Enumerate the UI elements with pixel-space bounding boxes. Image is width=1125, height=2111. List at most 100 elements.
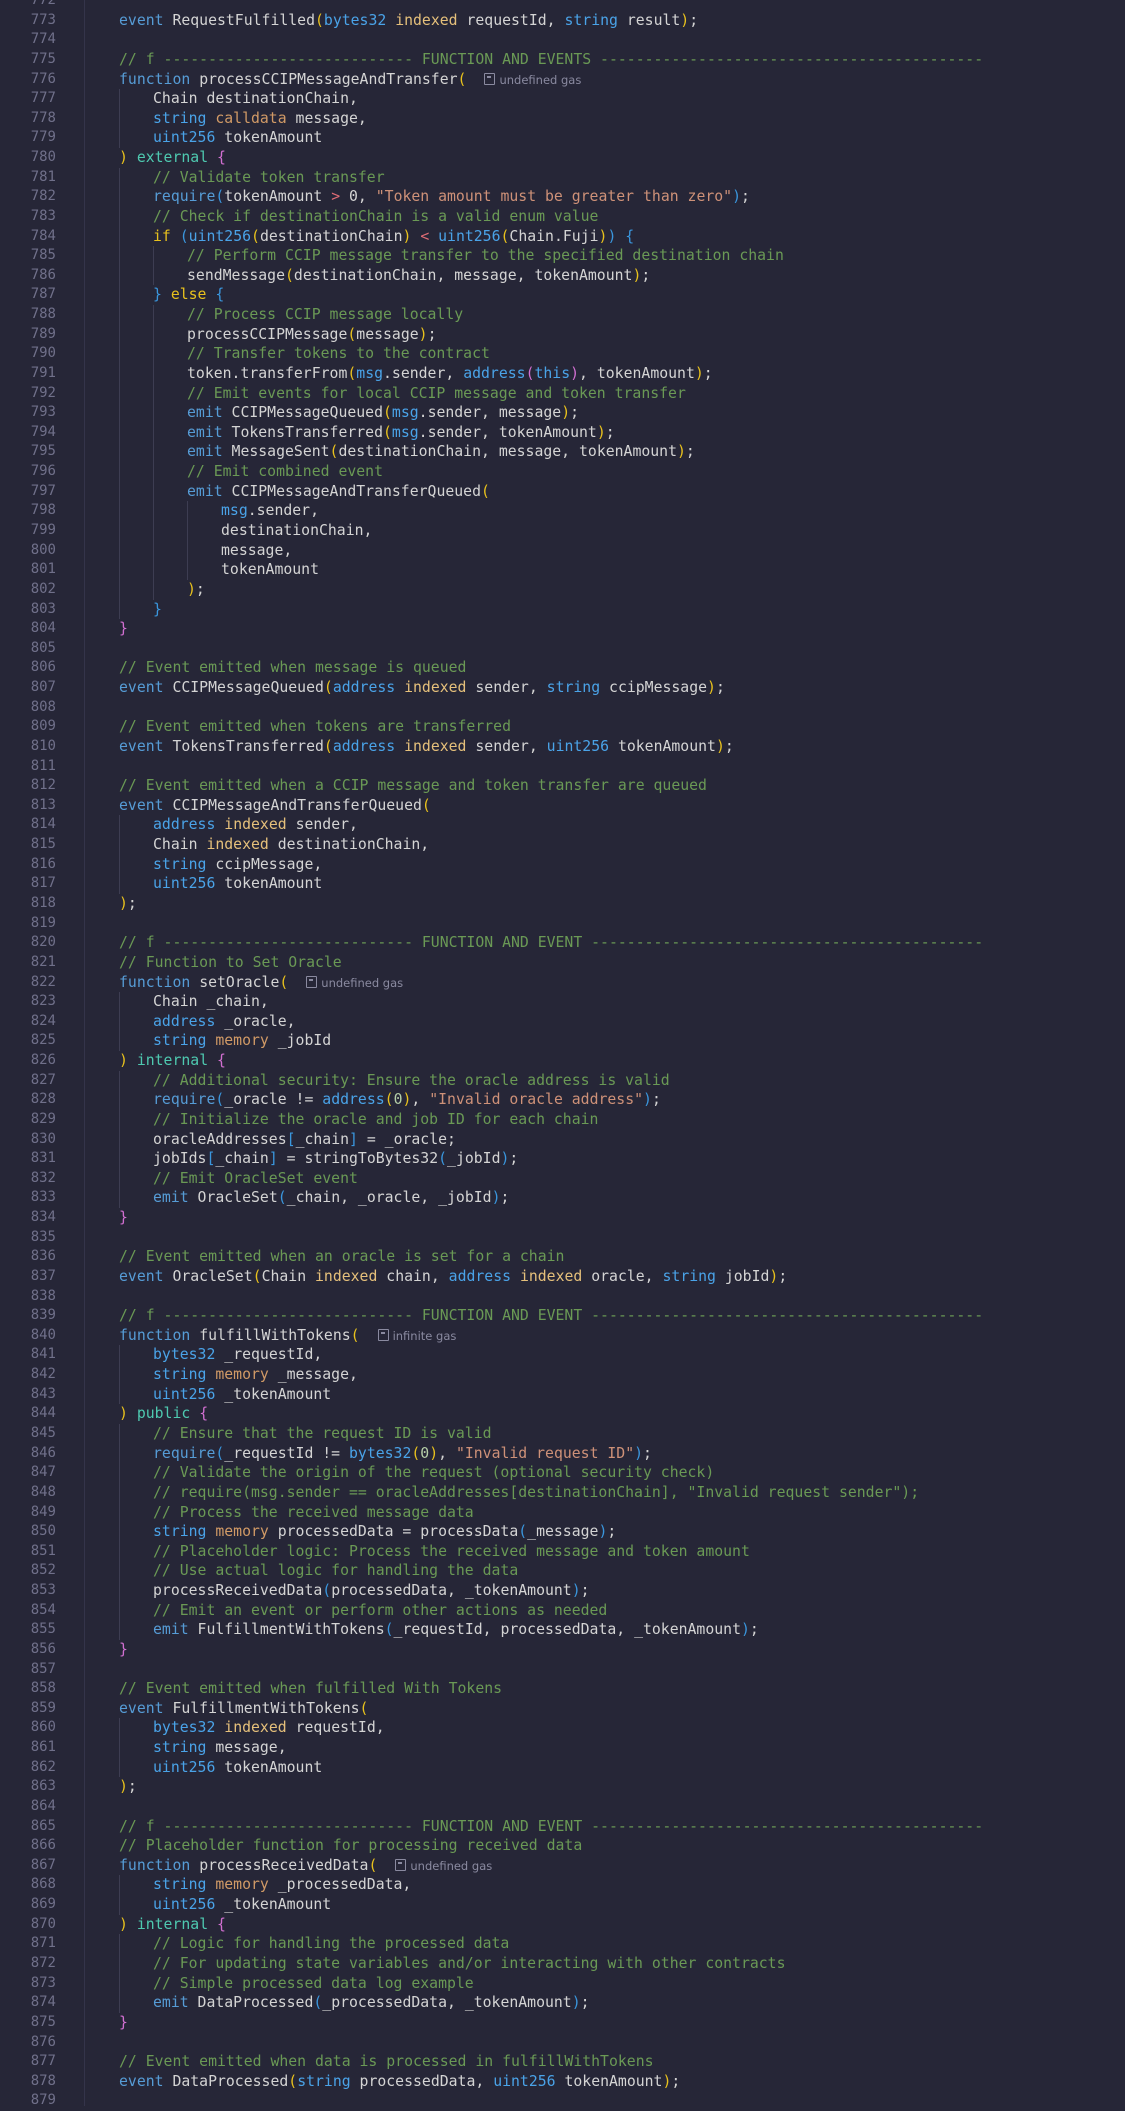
code-line[interactable]: 847 // Validate the origin of the request… — [0, 1463, 1125, 1483]
code-line[interactable]: 779 uint256 tokenAmount — [0, 128, 1125, 149]
code-line[interactable]: 834} — [0, 1208, 1125, 1228]
code-line[interactable]: 815 Chain indexed destinationChain, — [0, 835, 1125, 855]
code-line[interactable]: 784 if (uint256(destinationChain) < uint2… — [0, 226, 1125, 247]
code-line[interactable]: 783 // Check if destinationChain is a val… — [0, 206, 1125, 227]
code-line[interactable]: 792 // Emit events for local CCIP message… — [0, 383, 1125, 404]
code-line[interactable]: 864 — [0, 1797, 1125, 1817]
gas-estimate-hint[interactable]: infinite gas — [393, 1329, 457, 1343]
code-line[interactable]: 823 Chain _chain, — [0, 992, 1125, 1012]
code-line[interactable]: 838 — [0, 1287, 1125, 1307]
code-line[interactable]: 811 — [0, 757, 1125, 777]
code-line[interactable]: 777 Chain destinationChain, — [0, 89, 1125, 109]
code-line[interactable]: 803} — [0, 599, 1125, 620]
code-line[interactable]: 878 event DataProcessed(string processedD… — [0, 2072, 1125, 2092]
code-line[interactable]: 844) public { — [0, 1404, 1125, 1424]
code-line[interactable]: 796 // Emit combined event — [0, 462, 1125, 482]
code-line[interactable]: 790 // Transfer tokens to the contract — [0, 344, 1125, 364]
code-line[interactable]: 782 require(tokenAmount > 0, "Token amoun… — [0, 187, 1125, 207]
code-line[interactable]: 820 // f ---------------------------- FUN… — [0, 933, 1125, 953]
code-line[interactable]: 859 event FulfillmentWithTokens( — [0, 1699, 1125, 1719]
code-line[interactable]: 851 // Placeholder logic: Process the rec… — [0, 1541, 1125, 1562]
code-line[interactable]: 839 // f ---------------------------- FUN… — [0, 1306, 1125, 1326]
code-line[interactable]: 846 require(_requestId != bytes32(0), "In… — [0, 1443, 1125, 1464]
code-line[interactable]: 773 event RequestFulfilled(bytes32 indexe… — [0, 11, 1125, 31]
code-line[interactable]: 819 — [0, 914, 1125, 934]
code-line[interactable]: 793 emit CCIPMessageQueued(msg.sender, me… — [0, 403, 1125, 423]
code-line[interactable]: 805 — [0, 639, 1125, 659]
code-line[interactable]: 788 // Process CCIP message locally — [0, 305, 1125, 325]
code-line[interactable]: 852 // Use actual logic for handling the … — [0, 1561, 1125, 1582]
code-line[interactable]: 832 // Emit OracleSet event — [0, 1168, 1125, 1189]
code-line[interactable]: 841 bytes32 _requestId, — [0, 1345, 1125, 1366]
code-line[interactable]: 810 event TokensTransferred(address index… — [0, 737, 1125, 757]
code-line[interactable]: 869 uint256 _tokenAmount — [0, 1895, 1125, 1915]
code-line[interactable]: 814 address indexed sender, — [0, 815, 1125, 836]
gas-estimate-hint[interactable]: undefined gas — [499, 73, 581, 87]
code-line[interactable]: 861 string message, — [0, 1738, 1125, 1758]
code-line[interactable]: 849 // Process the received message data — [0, 1502, 1125, 1523]
code-line[interactable]: 871 // Logic for handling the processed d… — [0, 1934, 1125, 1954]
code-line[interactable]: 843 uint256 _tokenAmount — [0, 1384, 1125, 1405]
gas-estimate-hint[interactable]: undefined gas — [321, 976, 403, 990]
code-line[interactable]: 797 emit CCIPMessageAndTransferQueued( — [0, 481, 1125, 502]
code-line[interactable]: 775 // f ---------------------------- FUN… — [0, 50, 1125, 70]
code-line[interactable]: 798 msg.sender, — [0, 501, 1125, 521]
code-line[interactable]: 837 event OracleSet(Chain indexed chain, … — [0, 1267, 1125, 1287]
code-line[interactable]: 863); — [0, 1777, 1125, 1797]
code-line[interactable]: 867 function processReceivedData(undefine… — [0, 1856, 1125, 1876]
code-line[interactable]: 840 function fulfillWithTokens(infinite g… — [0, 1326, 1125, 1346]
code-line[interactable]: 828 require(_oracle != address(0), "Inval… — [0, 1090, 1125, 1110]
code-line[interactable]: 772 — [0, 0, 1125, 11]
code-line[interactable]: 804} — [0, 619, 1125, 639]
code-line[interactable]: 825 string memory _jobId — [0, 1031, 1125, 1051]
code-line[interactable]: 842 string memory _message, — [0, 1365, 1125, 1385]
code-line[interactable]: 850 string memory processedData = process… — [0, 1522, 1125, 1542]
code-line[interactable]: 817 uint256 tokenAmount — [0, 874, 1125, 894]
code-line[interactable]: 802); — [0, 579, 1125, 600]
code-line[interactable]: 816 string ccipMessage, — [0, 854, 1125, 875]
code-line[interactable]: 824 address _oracle, — [0, 1011, 1125, 1032]
code-line[interactable]: 855 emit FulfillmentWithTokens(_requestId… — [0, 1620, 1125, 1640]
code-line[interactable]: 818); — [0, 894, 1125, 914]
code-line[interactable]: 785 // Perform CCIP message transfer to t… — [0, 246, 1125, 266]
code-line[interactable]: 780) external { — [0, 148, 1125, 168]
code-line[interactable]: 786 sendMessage(destinationChain, message… — [0, 265, 1125, 286]
code-line[interactable]: 774 — [0, 30, 1125, 50]
code-line[interactable]: 833 emit OracleSet(_chain, _oracle, _jobI… — [0, 1188, 1125, 1209]
code-line[interactable]: 808 — [0, 698, 1125, 718]
code-line[interactable]: 831 jobIds[_chain] = stringToBytes32(_job… — [0, 1149, 1125, 1169]
code-line[interactable]: 868 string memory _processedData, — [0, 1875, 1125, 1896]
code-line[interactable]: 858 // Event emitted when fulfilled With … — [0, 1679, 1125, 1699]
code-line[interactable]: 800 message, — [0, 540, 1125, 561]
code-line[interactable]: 809 // Event emitted when tokens are tran… — [0, 717, 1125, 737]
code-line[interactable]: 822 function setOracle(undefined gas — [0, 973, 1125, 993]
code-line[interactable]: 836 // Event emitted when an oracle is se… — [0, 1247, 1125, 1267]
code-line[interactable]: 791 token.transferFrom(msg.sender, addres… — [0, 363, 1125, 384]
code-line[interactable]: 781 // Validate token transfer — [0, 167, 1125, 188]
code-line[interactable]: 829 // Initialize the oracle and job ID f… — [0, 1109, 1125, 1130]
code-line[interactable]: 794 emit TokensTransferred(msg.sender, to… — [0, 422, 1125, 443]
code-line[interactable]: 830 oracleAddresses[_chain] = _oracle; — [0, 1129, 1125, 1150]
code-line[interactable]: 812 // Event emitted when a CCIP message … — [0, 776, 1125, 796]
code-line[interactable]: 854 // Emit an event or perform other act… — [0, 1600, 1125, 1621]
code-line[interactable]: 795 emit MessageSent(destinationChain, me… — [0, 442, 1125, 463]
gas-estimate-hint[interactable]: undefined gas — [410, 1859, 492, 1873]
code-line[interactable]: 876 — [0, 2033, 1125, 2053]
code-line[interactable]: 862 uint256 tokenAmount — [0, 1757, 1125, 1778]
code-editor[interactable]: 772 773 event RequestFulfilled(bytes32 ind… — [0, 0, 1125, 2108]
code-line[interactable]: 877 // Event emitted when data is process… — [0, 2052, 1125, 2072]
code-line[interactable]: 778 string calldata message, — [0, 108, 1125, 129]
code-line[interactable]: 806 // Event emitted when message is queu… — [0, 658, 1125, 678]
code-line[interactable]: 848 // require(msg.sender == oracleAddres… — [0, 1482, 1125, 1503]
code-line[interactable]: 789 processCCIPMessage(message); — [0, 324, 1125, 345]
code-line[interactable]: 870) internal { — [0, 1915, 1125, 1935]
code-line[interactable]: 835 — [0, 1228, 1125, 1248]
code-line[interactable]: 873 // Simple processed data log example — [0, 1973, 1125, 1994]
code-line[interactable]: 866 // Placeholder function for processin… — [0, 1836, 1125, 1856]
code-line[interactable]: 856} — [0, 1640, 1125, 1660]
code-line[interactable]: 879 — [0, 2091, 1125, 2111]
code-line[interactable]: 827 // Additional security: Ensure the or… — [0, 1070, 1125, 1091]
code-line[interactable]: 813 event CCIPMessageAndTransferQueued( — [0, 796, 1125, 816]
code-line[interactable]: 853 processReceivedData(processedData, _t… — [0, 1581, 1125, 1601]
code-line[interactable]: 801 tokenAmount — [0, 560, 1125, 580]
